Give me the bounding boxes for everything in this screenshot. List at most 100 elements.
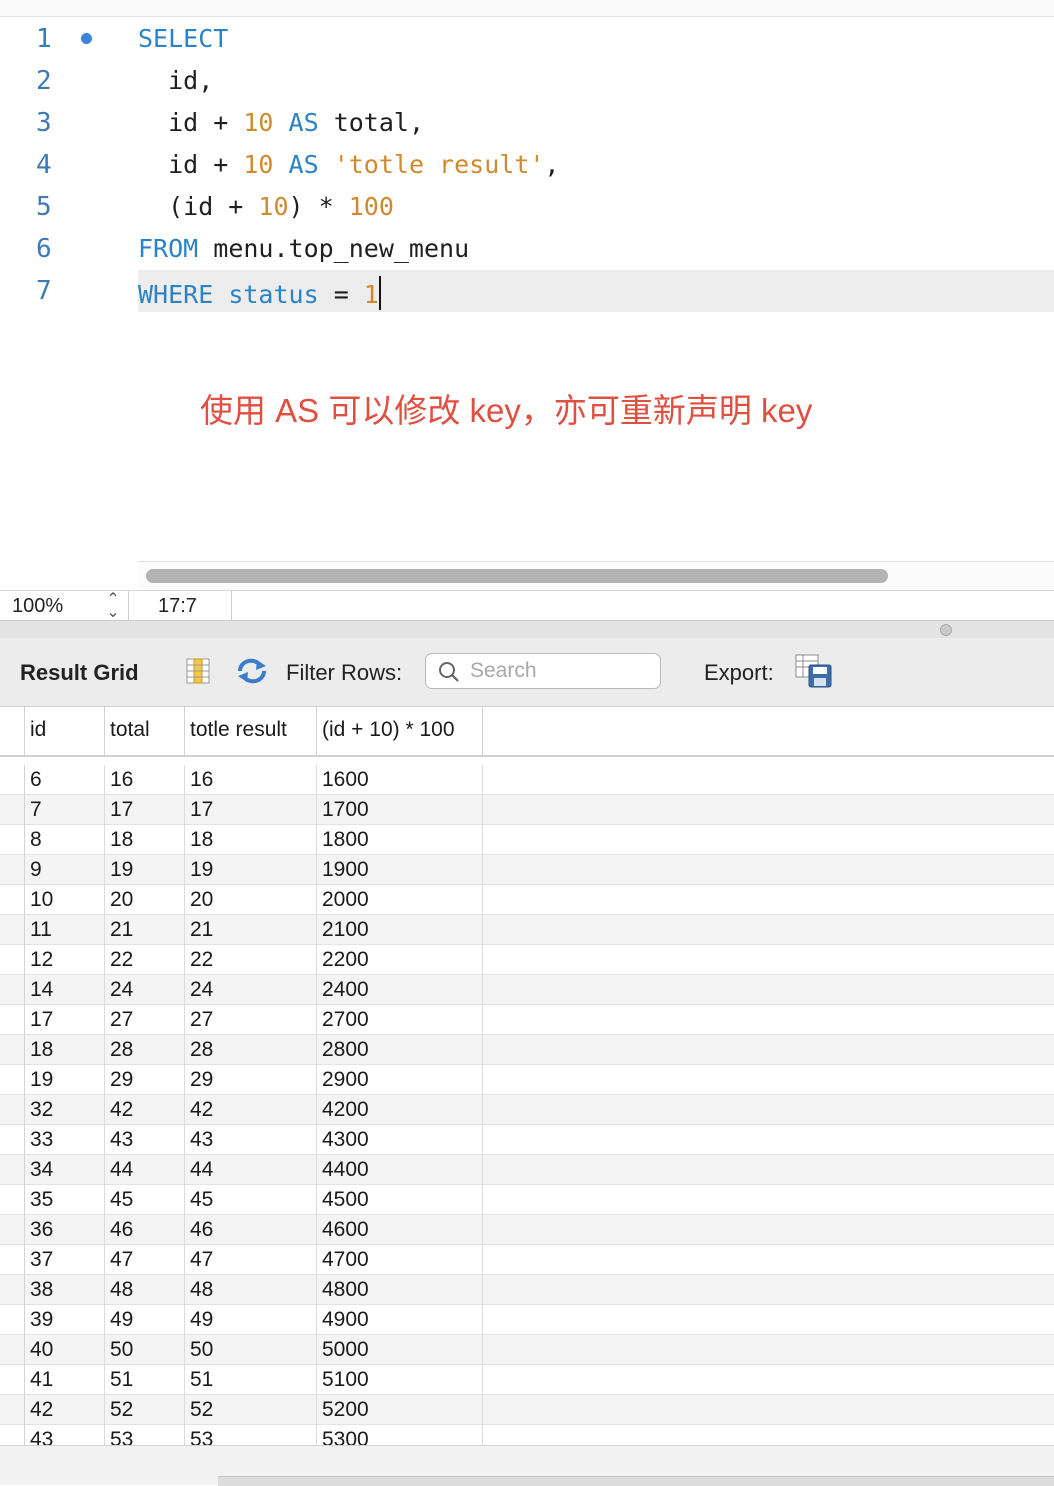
table-row[interactable]: 35 45 45 4500	[0, 1185, 1054, 1215]
table-row[interactable]: 42 52 52 5200	[0, 1395, 1054, 1425]
table-cell[interactable]: 24	[105, 975, 185, 1005]
code-line[interactable]: (id + 10) * 100	[138, 192, 394, 221]
grid-horizontal-scrollbar[interactable]	[218, 1476, 1054, 1486]
line-number[interactable]: 2	[36, 66, 76, 96]
table-cell[interactable]: 1900	[317, 855, 483, 885]
table-cell[interactable]: 38	[24, 1275, 105, 1305]
table-cell[interactable]: 14	[24, 975, 105, 1005]
table-cell[interactable]: 43	[24, 1425, 105, 1445]
table-cell[interactable]: 33	[24, 1125, 105, 1155]
table-cell[interactable]: 43	[185, 1125, 317, 1155]
table-cell[interactable]: 7	[24, 795, 105, 825]
result-grid[interactable]: id total totle result (id + 10) * 100 61…	[0, 707, 1054, 1445]
table-cell[interactable]: 2800	[317, 1035, 483, 1065]
code-line[interactable]: id + 10 AS total,	[138, 108, 424, 137]
table-row[interactable]: 12 22 22 2200	[0, 945, 1054, 975]
table-cell[interactable]: 50	[185, 1335, 317, 1365]
table-cell[interactable]: 45	[105, 1185, 185, 1215]
table-cell[interactable]: 2000	[317, 885, 483, 915]
table-cell[interactable]: 24	[185, 975, 317, 1005]
table-row[interactable]: 32 42 42 4200	[0, 1095, 1054, 1125]
table-cell[interactable]: 18	[105, 825, 185, 855]
table-cell[interactable]: 21	[185, 915, 317, 945]
table-cell[interactable]: 1700	[317, 795, 483, 825]
table-cell[interactable]: 4500	[317, 1185, 483, 1215]
table-cell[interactable]: 1600	[317, 765, 483, 795]
table-cell[interactable]: 11	[24, 915, 105, 945]
table-row[interactable]: 17 27 27 2700	[0, 1005, 1054, 1035]
table-row[interactable]: 14 24 24 2400	[0, 975, 1054, 1005]
table-cell[interactable]: 1800	[317, 825, 483, 855]
table-cell[interactable]: 5200	[317, 1395, 483, 1425]
table-cell[interactable]: 2100	[317, 915, 483, 945]
table-cell[interactable]: 19	[24, 1065, 105, 1095]
table-cell[interactable]: 44	[105, 1155, 185, 1185]
table-row[interactable]: 36 46 46 4600	[0, 1215, 1054, 1245]
table-cell[interactable]: 4600	[317, 1215, 483, 1245]
table-cell[interactable]: 48	[105, 1275, 185, 1305]
table-row[interactable]: 43 53 53 5300	[0, 1425, 1054, 1445]
table-row[interactable]: 37 47 47 4700	[0, 1245, 1054, 1275]
table-cell[interactable]: 18	[24, 1035, 105, 1065]
table-cell[interactable]: 48	[185, 1275, 317, 1305]
table-row[interactable]: 33 43 43 4300	[0, 1125, 1054, 1155]
table-cell[interactable]: 17	[24, 1005, 105, 1035]
table-cell[interactable]: 27	[185, 1005, 317, 1035]
table-row[interactable]: 34 44 44 4400	[0, 1155, 1054, 1185]
table-cell[interactable]: 34	[24, 1155, 105, 1185]
table-cell[interactable]: 51	[185, 1365, 317, 1395]
table-cell[interactable]: 8	[24, 825, 105, 855]
grid-view-icon[interactable]	[186, 658, 210, 684]
table-cell[interactable]: 45	[185, 1185, 317, 1215]
table-cell[interactable]: 20	[105, 885, 185, 915]
table-cell[interactable]: 42	[24, 1395, 105, 1425]
table-row[interactable]: 18 28 28 2800	[0, 1035, 1054, 1065]
table-cell[interactable]: 9	[24, 855, 105, 885]
table-cell[interactable]: 35	[24, 1185, 105, 1215]
code-line[interactable]: id,	[138, 66, 213, 95]
table-cell[interactable]: 6	[24, 765, 105, 795]
table-cell[interactable]: 16	[185, 765, 317, 795]
table-cell[interactable]: 5100	[317, 1365, 483, 1395]
column-header-totle-result[interactable]: totle result	[185, 707, 317, 755]
table-cell[interactable]: 46	[185, 1215, 317, 1245]
table-cell[interactable]: 16	[105, 765, 185, 795]
table-cell[interactable]: 4800	[317, 1275, 483, 1305]
table-cell[interactable]: 10	[24, 885, 105, 915]
table-cell[interactable]: 2900	[317, 1065, 483, 1095]
table-row[interactable]: 38 48 48 4800	[0, 1275, 1054, 1305]
table-cell[interactable]: 4900	[317, 1305, 483, 1335]
code-line[interactable]: SELECT	[138, 24, 228, 53]
table-cell[interactable]: 4300	[317, 1125, 483, 1155]
splitter-handle-icon[interactable]	[940, 624, 952, 636]
table-cell[interactable]: 51	[105, 1365, 185, 1395]
table-cell[interactable]: 27	[105, 1005, 185, 1035]
table-cell[interactable]: 46	[105, 1215, 185, 1245]
table-cell[interactable]: 28	[185, 1035, 317, 1065]
table-cell[interactable]: 47	[185, 1245, 317, 1275]
table-cell[interactable]: 49	[105, 1305, 185, 1335]
table-cell[interactable]: 5300	[317, 1425, 483, 1445]
search-input[interactable]	[470, 657, 650, 685]
table-cell[interactable]: 52	[105, 1395, 185, 1425]
table-cell[interactable]: 29	[185, 1065, 317, 1095]
statement-marker-icon[interactable]	[81, 33, 92, 44]
table-cell[interactable]: 43	[105, 1125, 185, 1155]
line-number[interactable]: 3	[36, 108, 76, 138]
table-cell[interactable]: 52	[185, 1395, 317, 1425]
table-cell[interactable]: 41	[24, 1365, 105, 1395]
table-cell[interactable]: 37	[24, 1245, 105, 1275]
line-number[interactable]: 7	[36, 276, 76, 306]
table-cell[interactable]: 47	[105, 1245, 185, 1275]
table-cell[interactable]: 39	[24, 1305, 105, 1335]
line-number[interactable]: 6	[36, 234, 76, 264]
export-icon[interactable]	[795, 654, 833, 688]
table-cell[interactable]: 53	[105, 1425, 185, 1445]
table-cell[interactable]: 4400	[317, 1155, 483, 1185]
table-cell[interactable]: 18	[185, 825, 317, 855]
code-line[interactable]: id + 10 AS 'totle result',	[138, 150, 559, 179]
filter-search-box[interactable]	[425, 653, 661, 689]
sql-editor[interactable]: 1 2 3 4 5 6 7 SELECT id, id + 10 AS total, id …	[0, 0, 1054, 590]
line-number[interactable]: 5	[36, 192, 76, 222]
table-cell[interactable]: 19	[105, 855, 185, 885]
